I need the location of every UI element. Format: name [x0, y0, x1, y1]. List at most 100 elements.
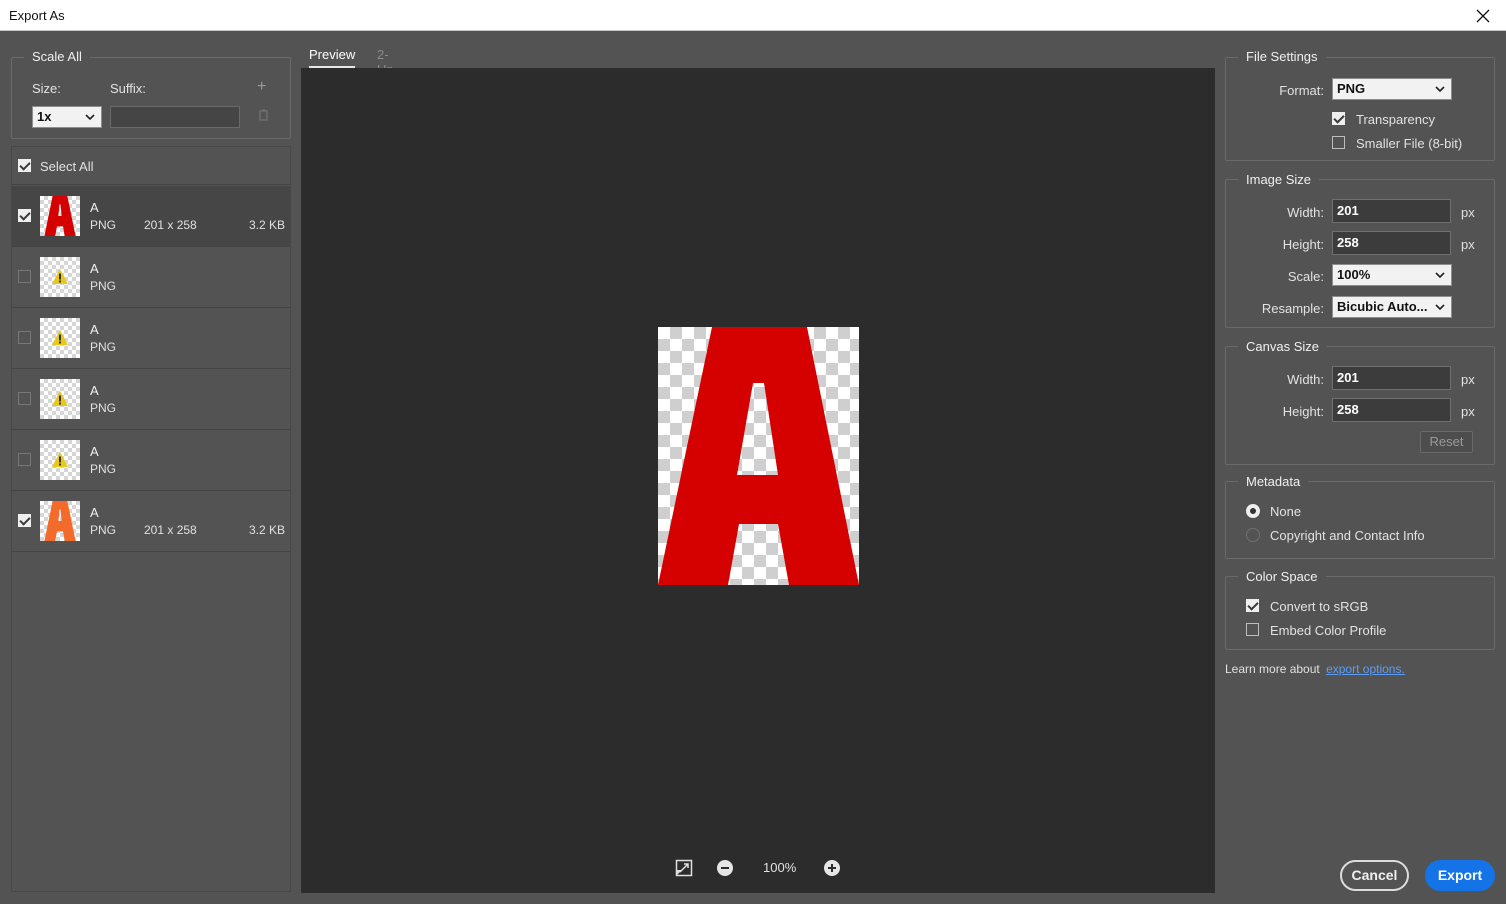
canvas-height-label: Height:	[1282, 404, 1324, 419]
format-select[interactable]: PNG	[1332, 78, 1452, 100]
asset-dimensions: 201 x 258	[144, 523, 197, 537]
resample-label: Resample:	[1261, 301, 1324, 316]
asset-row-1[interactable]: A PNG 201 x 258 3.2 KB	[12, 186, 290, 247]
learn-more: Learn more about export options.	[1225, 662, 1405, 676]
asset-thumbnail	[40, 379, 80, 419]
trash-icon[interactable]	[258, 109, 269, 121]
asset-checkbox[interactable]	[18, 331, 31, 344]
zoom-out-icon[interactable]	[716, 859, 734, 877]
convert-srgb-label: Convert to sRGB	[1270, 599, 1369, 614]
size-label: Size:	[32, 81, 61, 96]
image-width-input[interactable]: 201	[1332, 199, 1451, 223]
canvas-height-unit: px	[1461, 404, 1475, 419]
asset-row-3[interactable]: A PNG	[12, 308, 290, 369]
close-button[interactable]	[1460, 0, 1506, 31]
tab-preview[interactable]: Preview	[309, 47, 356, 68]
letter-a-thumbnail	[44, 501, 76, 541]
asset-name: A	[90, 444, 99, 459]
metadata-copyright-label: Copyright and Contact Info	[1270, 528, 1425, 543]
zoom-level: 100%	[763, 860, 797, 875]
export-options-link[interactable]: export options.	[1326, 662, 1405, 676]
asset-format: PNG	[90, 218, 117, 232]
embed-profile-checkbox[interactable]	[1246, 623, 1259, 636]
size-select[interactable]: 1x	[32, 106, 102, 128]
asset-name: A	[90, 322, 99, 337]
cancel-button[interactable]: Cancel	[1340, 860, 1409, 891]
select-all-row[interactable]: Select All	[12, 147, 290, 185]
canvas-width-unit: px	[1461, 372, 1475, 387]
asset-format: PNG	[90, 523, 117, 537]
smaller-file-label: Smaller File (8-bit)	[1356, 136, 1463, 151]
image-height-input[interactable]: 258	[1332, 231, 1451, 255]
convert-srgb-checkbox[interactable]	[1246, 599, 1259, 612]
asset-row-5[interactable]: A PNG	[12, 430, 290, 491]
asset-checkbox[interactable]	[18, 392, 31, 405]
image-height-label: Height:	[1282, 237, 1324, 252]
asset-checkbox[interactable]	[18, 453, 31, 466]
asset-row-4[interactable]: A PNG	[12, 369, 290, 430]
asset-thumbnail	[40, 501, 80, 541]
embed-profile-label: Embed Color Profile	[1270, 623, 1387, 638]
asset-file-size: 3.2 KB	[248, 218, 285, 232]
asset-name: A	[90, 200, 99, 215]
image-size-title: Image Size	[1238, 172, 1320, 187]
asset-checkbox[interactable]	[18, 270, 31, 283]
asset-row-2[interactable]: A PNG	[12, 247, 290, 308]
format-value: PNG	[1337, 81, 1366, 96]
fit-to-screen-icon[interactable]	[675, 859, 693, 877]
metadata-group	[1225, 481, 1495, 559]
chevron-down-icon	[85, 114, 95, 121]
metadata-none-radio[interactable]	[1246, 504, 1260, 518]
select-all-label: Select All	[40, 159, 94, 174]
canvas-width-input[interactable]: 201	[1332, 366, 1451, 390]
metadata-none-label: None	[1270, 504, 1302, 519]
warning-icon	[52, 330, 68, 345]
zoom-bar: 100%	[301, 856, 1215, 880]
zoom-in-icon[interactable]	[823, 859, 841, 877]
export-button[interactable]: Export	[1425, 860, 1495, 891]
canvas-size-title: Canvas Size	[1238, 339, 1327, 354]
transparency-label: Transparency	[1356, 112, 1435, 127]
asset-thumbnail	[40, 440, 80, 480]
smaller-file-checkbox[interactable]	[1332, 136, 1345, 149]
letter-a-thumbnail	[44, 196, 76, 236]
reset-button[interactable]: Reset	[1420, 431, 1473, 453]
canvas-width-label: Width:	[1287, 372, 1324, 387]
file-settings-title: File Settings	[1238, 49, 1326, 64]
warning-icon	[52, 391, 68, 406]
learn-more-text: Learn more about	[1225, 662, 1320, 676]
letter-a-preview	[658, 327, 859, 585]
metadata-copyright-radio[interactable]	[1246, 528, 1260, 542]
asset-name: A	[90, 505, 99, 520]
asset-checkbox[interactable]	[18, 514, 31, 527]
asset-thumbnail	[40, 318, 80, 358]
suffix-input[interactable]	[110, 106, 240, 128]
select-all-checkbox[interactable]	[18, 159, 31, 172]
chevron-down-icon	[1435, 304, 1445, 311]
close-icon	[1476, 9, 1490, 22]
scale-all-title: Scale All	[24, 49, 90, 64]
format-label: Format:	[1279, 83, 1324, 98]
add-scale-button[interactable]: +	[257, 78, 266, 96]
window-title: Export As	[9, 8, 65, 23]
image-height-unit: px	[1461, 237, 1475, 252]
warning-icon	[52, 269, 68, 284]
resample-select[interactable]: Bicubic Auto...	[1332, 296, 1452, 318]
asset-file-size: 3.2 KB	[248, 523, 285, 537]
asset-format: PNG	[90, 279, 117, 293]
metadata-title: Metadata	[1238, 474, 1309, 489]
canvas-height-input[interactable]: 258	[1332, 398, 1451, 422]
transparency-checkbox[interactable]	[1332, 112, 1345, 125]
preview-canvas	[658, 327, 859, 585]
asset-row-6[interactable]: A PNG 201 x 258 3.2 KB	[12, 491, 290, 552]
image-width-unit: px	[1461, 205, 1475, 220]
size-value: 1x	[37, 109, 52, 124]
asset-checkbox[interactable]	[18, 209, 31, 222]
asset-dimensions: 201 x 258	[144, 218, 197, 232]
asset-thumbnail	[40, 257, 80, 297]
scale-label: Scale:	[1287, 269, 1324, 284]
suffix-label: Suffix:	[110, 81, 146, 96]
asset-format: PNG	[90, 340, 117, 354]
scale-select[interactable]: 100%	[1332, 264, 1452, 286]
preview-area: 100%	[301, 68, 1215, 893]
